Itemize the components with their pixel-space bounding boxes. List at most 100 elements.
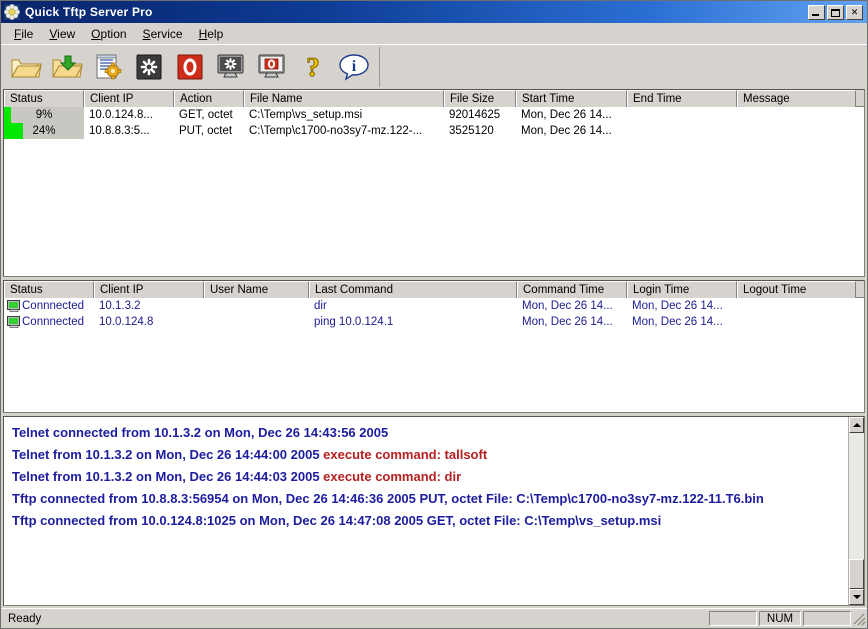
column-header-logout-time[interactable]: Logout Time	[737, 281, 856, 298]
log-line-command: execute command: tallsoft	[323, 447, 487, 462]
menu-accel: H	[199, 27, 208, 41]
menu-item-view[interactable]: View	[41, 25, 83, 43]
session-list-panel: StatusClient IPUser NameLast CommandComm…	[3, 280, 865, 413]
cell-logout-time	[737, 298, 856, 314]
gear-icon	[4, 4, 20, 20]
close-button[interactable]: ✕	[846, 5, 863, 20]
column-header-command-time[interactable]: Command Time	[517, 281, 627, 298]
download-folder-icon[interactable]	[48, 48, 86, 86]
svg-text:?: ?	[306, 52, 320, 82]
log-line: Telnet from 10.1.3.2 on Mon, Dec 26 14:4…	[12, 466, 844, 488]
cell-file-size: 3525120	[444, 123, 516, 139]
cell-action: GET, octet	[174, 107, 244, 123]
stop-monitor-icon[interactable]	[253, 48, 291, 86]
log-panel: Telnet connected from 10.1.3.2 on Mon, D…	[3, 416, 865, 606]
cell-login-time: Mon, Dec 26 14...	[627, 298, 737, 314]
log-line-text: Telnet from 10.1.3.2 on Mon, Dec 26 14:4…	[12, 469, 323, 484]
menu-item-file[interactable]: File	[6, 25, 41, 43]
column-header-client-ip[interactable]: Client IP	[94, 281, 204, 298]
table-row[interactable]: Connnected10.0.124.8ping 10.0.124.1Mon, …	[4, 314, 864, 330]
open-folder-icon[interactable]	[7, 48, 45, 86]
cell-client-ip: 10.0.124.8...	[84, 107, 174, 123]
scroll-up-button[interactable]	[849, 417, 864, 433]
cell-client-ip: 10.0.124.8	[94, 314, 204, 330]
transfer-list-panel: StatusClient IPActionFile NameFile SizeS…	[3, 89, 865, 277]
table-row[interactable]: 24%10.8.8.3:5...PUT, octetC:\Temp\c1700-…	[4, 123, 864, 139]
column-header-file-name[interactable]: File Name	[244, 90, 444, 107]
column-header-file-size[interactable]: File Size	[444, 90, 516, 107]
column-header-message[interactable]: Message	[737, 90, 856, 107]
menu-item-option[interactable]: Option	[83, 25, 134, 43]
cell-status: Connnected	[4, 314, 94, 330]
stop-service-icon[interactable]	[171, 48, 209, 86]
column-header-start-time[interactable]: Start Time	[516, 90, 627, 107]
cell-logout-time	[737, 314, 856, 330]
cell-client-ip: 10.1.3.2	[94, 298, 204, 314]
log-scrollbar[interactable]	[848, 417, 864, 605]
transfer-list-rows[interactable]: 9%10.0.124.8...GET, octetC:\Temp\vs_setu…	[4, 107, 864, 139]
table-row[interactable]: Connnected10.1.3.2dirMon, Dec 26 14...Mo…	[4, 298, 864, 314]
status-pane-1	[709, 611, 757, 626]
computer-icon	[7, 316, 21, 329]
menu-item-label: iew	[57, 27, 75, 41]
cell-file-name: C:\Temp\vs_setup.msi	[244, 107, 444, 123]
start-service-icon[interactable]	[130, 48, 168, 86]
session-status-label: Connnected	[22, 298, 84, 314]
log-line: Telnet from 10.1.3.2 on Mon, Dec 26 14:4…	[12, 444, 844, 466]
menu-bar: File View Option Service Help	[1, 23, 867, 44]
log-line: Telnet connected from 10.1.3.2 on Mon, D…	[12, 422, 844, 444]
log-line-text: Telnet connected from 10.1.3.2 on Mon, D…	[12, 425, 388, 440]
session-status-label: Connnected	[22, 314, 84, 330]
table-row[interactable]: 9%10.0.124.8...GET, octetC:\Temp\vs_setu…	[4, 107, 864, 123]
menu-item-help[interactable]: Help	[191, 25, 232, 43]
cell-client-ip: 10.8.8.3:5...	[84, 123, 174, 139]
resize-grip[interactable]	[851, 611, 867, 626]
menu-item-label: ervice	[151, 27, 183, 41]
column-header-last-command[interactable]: Last Command	[309, 281, 517, 298]
log-line-text: Telnet from 10.1.3.2 on Mon, Dec 26 14:4…	[12, 447, 323, 462]
scrollbar-thumb[interactable]	[849, 559, 864, 589]
column-header-login-time[interactable]: Login Time	[627, 281, 737, 298]
cell-last-command: ping 10.0.124.1	[309, 314, 517, 330]
menu-item-label: ption	[101, 27, 127, 41]
minimize-button[interactable]	[808, 5, 825, 20]
cell-status: Connnected	[4, 298, 94, 314]
cell-user-name	[204, 314, 309, 330]
progress-percent-label: 9%	[4, 107, 84, 123]
progress-percent-label: 24%	[4, 123, 84, 139]
session-list-rows[interactable]: Connnected10.1.3.2dirMon, Dec 26 14...Mo…	[4, 298, 864, 330]
scrollbar-track[interactable]	[849, 433, 864, 559]
title-bar[interactable]: Quick Tftp Server Pro ✕	[1, 1, 867, 23]
status-bar: Ready NUM	[1, 608, 867, 628]
menu-item-service[interactable]: Service	[135, 25, 191, 43]
cell-action: PUT, octet	[174, 123, 244, 139]
computer-icon	[7, 300, 21, 313]
log-line-command: execute command: dir	[323, 469, 461, 484]
scroll-down-button[interactable]	[849, 589, 864, 605]
status-num-indicator: NUM	[759, 611, 801, 626]
log-line: Tftp connected from 10.8.8.3:56954 on Mo…	[12, 488, 844, 510]
cell-file-name: C:\Temp\c1700-no3sy7-mz.122-...	[244, 123, 444, 139]
cell-message	[737, 123, 856, 139]
column-header-action[interactable]: Action	[174, 90, 244, 107]
column-header-status[interactable]: Status	[4, 281, 94, 298]
session-list-header: StatusClient IPUser NameLast CommandComm…	[4, 281, 864, 298]
log-text-area[interactable]: Telnet connected from 10.1.3.2 on Mon, D…	[4, 417, 848, 605]
column-header-status[interactable]: Status	[4, 90, 84, 107]
help-icon[interactable]: ?	[294, 48, 332, 86]
cell-user-name	[204, 298, 309, 314]
log-settings-icon[interactable]	[89, 48, 127, 86]
cell-command-time: Mon, Dec 26 14...	[517, 314, 627, 330]
maximize-button[interactable]	[827, 5, 844, 20]
transfer-progress-bar: 9%	[4, 107, 84, 123]
status-pane-3	[803, 611, 851, 626]
cell-message	[737, 107, 856, 123]
start-monitor-icon[interactable]	[212, 48, 250, 86]
column-header-user-name[interactable]: User Name	[204, 281, 309, 298]
cell-end-time	[627, 123, 737, 139]
cell-file-size: 92014625	[444, 107, 516, 123]
about-icon[interactable]: i	[335, 48, 373, 86]
column-header-client-ip[interactable]: Client IP	[84, 90, 174, 107]
column-header-end-time[interactable]: End Time	[627, 90, 737, 107]
cell-login-time: Mon, Dec 26 14...	[627, 314, 737, 330]
